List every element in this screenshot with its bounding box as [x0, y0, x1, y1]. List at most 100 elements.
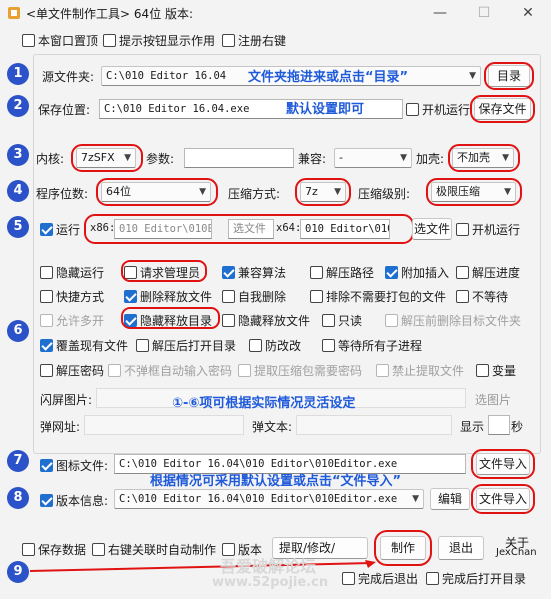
checkbox-box[interactable]: [406, 103, 419, 116]
checkbox-label: 解压路径: [326, 266, 375, 280]
app-icon: [8, 7, 20, 19]
author-label: JexChan: [496, 547, 537, 558]
version-info-checkbox[interactable]: 版本信息:: [40, 492, 108, 509]
option-checkbox[interactable]: 覆盖现有文件: [40, 337, 128, 354]
option-checkbox[interactable]: 快捷方式: [40, 288, 104, 305]
checkbox-label: 解压后打开目录: [152, 339, 237, 353]
checkbox-box[interactable]: [426, 572, 439, 585]
checkbox-label: 排除不需要打包的文件: [326, 290, 447, 304]
option-checkbox[interactable]: 附加插入: [385, 264, 449, 281]
checkbox-box[interactable]: [222, 314, 235, 327]
run-checkbox[interactable]: 运行: [40, 221, 80, 238]
checkbox-label: 等待所有子进程: [338, 339, 423, 353]
compat-label: 兼容:: [298, 152, 327, 166]
option-checkbox[interactable]: 自我删除: [222, 288, 286, 305]
exit-after-checkbox[interactable]: 完成后退出: [342, 570, 418, 587]
option-checkbox[interactable]: 等待所有子进程: [322, 337, 422, 354]
checkbox-box[interactable]: [476, 364, 489, 377]
open-after-checkbox[interactable]: 完成后打开目录: [426, 570, 526, 587]
checkbox-box[interactable]: [22, 34, 35, 47]
right-click-auto-checkbox[interactable]: 右键关联时自动制作: [92, 541, 216, 558]
close-button[interactable]: ✕: [506, 0, 550, 26]
checkbox-box[interactable]: [322, 314, 335, 327]
checkbox-box[interactable]: [40, 339, 53, 352]
exit-button[interactable]: 退出: [438, 536, 484, 560]
checkbox-box[interactable]: [92, 543, 105, 556]
checkbox-box[interactable]: [456, 290, 469, 303]
seconds-unit-label: 秒: [511, 420, 524, 434]
compat-value: -: [339, 151, 343, 164]
popup-url-input[interactable]: [84, 415, 244, 435]
checkbox-box[interactable]: [385, 266, 398, 279]
checkbox-label: 提示按钮显示作用: [119, 34, 216, 48]
minimize-button[interactable]: —: [418, 0, 462, 26]
annotation-ring: [96, 178, 218, 206]
checkbox-box: [108, 364, 121, 377]
checkbox-box[interactable]: [40, 223, 53, 236]
select-image-button[interactable]: 选图片: [475, 391, 511, 408]
checkbox-label: 只读: [338, 314, 363, 328]
checkbox-box: [385, 314, 398, 327]
seconds-input[interactable]: [488, 415, 510, 435]
checkbox-box[interactable]: [456, 223, 469, 236]
option-checkbox[interactable]: 排除不需要打包的文件: [310, 288, 446, 305]
checkbox-box[interactable]: [222, 290, 235, 303]
checkbox-box[interactable]: [136, 339, 149, 352]
param-input[interactable]: [184, 148, 294, 168]
popup-text-input[interactable]: [296, 415, 452, 435]
save-location-label: 保存位置:: [38, 103, 91, 117]
option-checkbox[interactable]: 解压进度: [456, 264, 520, 281]
annotation-ring: [84, 214, 414, 244]
option-checkbox[interactable]: 防改改: [249, 337, 301, 354]
select-file-button[interactable]: 选文件: [412, 218, 452, 240]
compat-combo[interactable]: - ▼: [334, 148, 412, 168]
checkbox-box[interactable]: [310, 266, 323, 279]
checkbox-box[interactable]: [249, 339, 262, 352]
checkbox-box[interactable]: [103, 34, 116, 47]
checkbox-box[interactable]: [124, 290, 137, 303]
checkbox-box[interactable]: [342, 572, 355, 585]
option-checkbox[interactable]: 隐藏运行: [40, 264, 104, 281]
maximize-button[interactable]: ☐: [462, 0, 506, 26]
save-data-checkbox[interactable]: 保存数据: [22, 541, 86, 558]
checkbox-label: 覆盖现有文件: [56, 339, 129, 353]
checkbox-label: 删除释放文件: [140, 290, 213, 304]
checkbox-box[interactable]: [22, 543, 35, 556]
option-checkbox[interactable]: 删除释放文件: [124, 288, 212, 305]
option-checkbox[interactable]: 解压密码: [40, 362, 104, 379]
checkbox-box[interactable]: [456, 266, 469, 279]
step-badge-2: 2: [7, 95, 29, 117]
option-checkbox[interactable]: 解压后打开目录: [136, 337, 236, 354]
topmost-checkbox[interactable]: 本窗口置顶: [22, 32, 98, 49]
step-badge-6: 6: [7, 320, 29, 342]
option-checkbox[interactable]: 变量: [476, 362, 516, 379]
checkbox-label: 图标文件:: [56, 459, 109, 473]
option-checkbox[interactable]: 解压路径: [310, 264, 374, 281]
edit-button[interactable]: 编辑: [430, 488, 470, 510]
checkbox-label: 解压进度: [472, 266, 521, 280]
hint-save: 默认设置即可: [286, 102, 365, 117]
chevron-down-icon: ▼: [400, 153, 407, 163]
save-autorun-checkbox[interactable]: 开机运行: [406, 101, 470, 118]
checkbox-label: 开机运行: [422, 103, 471, 117]
option-checkbox[interactable]: 不等待: [456, 288, 508, 305]
checkbox-box[interactable]: [40, 364, 53, 377]
option-checkbox[interactable]: 只读: [322, 312, 362, 329]
checkbox-label: 变量: [492, 364, 517, 378]
checkbox-box[interactable]: [222, 266, 235, 279]
checkbox-box[interactable]: [40, 459, 53, 472]
checkbox-box[interactable]: [222, 34, 235, 47]
checkbox-box[interactable]: [310, 290, 323, 303]
checkbox-label: 开机运行: [472, 223, 521, 237]
icon-file-checkbox[interactable]: 图标文件:: [40, 457, 108, 474]
checkbox-box[interactable]: [40, 290, 53, 303]
show-button-tips-checkbox[interactable]: 提示按钮显示作用: [103, 32, 215, 49]
run-autorun-checkbox[interactable]: 开机运行: [456, 221, 520, 238]
option-checkbox[interactable]: 兼容算法: [222, 264, 286, 281]
register-context-menu-checkbox[interactable]: 注册右键: [222, 32, 286, 49]
option-checkbox[interactable]: 隐藏释放文件: [222, 312, 310, 329]
version-info-combo[interactable]: C:\010 Editor 16.04\010 Editor\010Editor…: [114, 489, 424, 509]
checkbox-box[interactable]: [40, 266, 53, 279]
checkbox-box[interactable]: [322, 339, 335, 352]
checkbox-box[interactable]: [40, 494, 53, 507]
